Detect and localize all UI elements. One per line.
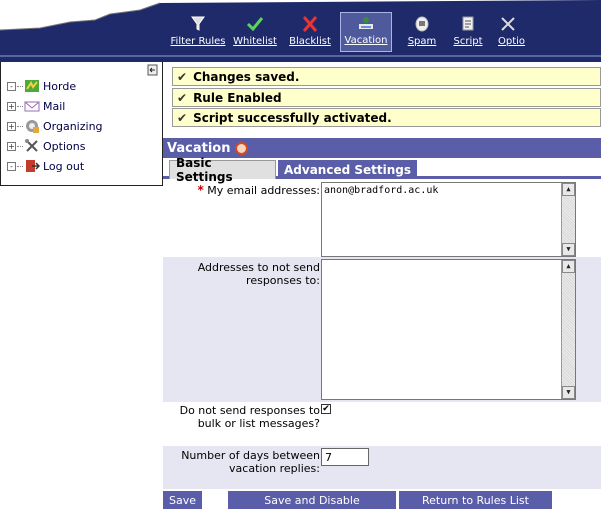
toolbar-label: Vacation (344, 35, 388, 46)
email-label: * My email addresses: (163, 183, 320, 198)
return-to-rules-button[interactable]: Return to Rules List (399, 491, 552, 509)
toolbar-whitelist[interactable]: Whitelist (230, 14, 280, 54)
check-icon: ✔ (177, 110, 188, 125)
x-icon (302, 16, 318, 32)
bulk-label: Do not send responses to bulk or list me… (179, 404, 320, 430)
tree-connector (17, 85, 23, 87)
notice-text: Script successfully activated. (193, 110, 392, 125)
exclude-scrollbar[interactable]: ▲ ▼ (561, 260, 575, 399)
exclude-textarea[interactable]: ▲ ▼ (321, 259, 576, 400)
page-title: Vacation (167, 140, 231, 156)
tree-connector (17, 125, 23, 127)
vacation-icon (359, 17, 373, 29)
sidebar-item-label: Log out (43, 159, 85, 173)
toolbar-label: Blacklist (289, 36, 331, 47)
bulk-checkbox[interactable]: ✔ (321, 404, 331, 414)
scroll-down-icon[interactable]: ▼ (562, 243, 575, 256)
sidebar-item-label: Mail (43, 99, 66, 113)
sidebar-item-label: Organizing (43, 119, 103, 133)
logout-icon (26, 160, 40, 172)
toolbar-spam[interactable]: Spam (402, 14, 442, 54)
notice-changes-saved: ✔ Changes saved. (172, 67, 601, 86)
sidebar-item-organizing[interactable]: + Organizing (7, 117, 103, 135)
toolbar-filter-rules[interactable]: Filter Rules (170, 14, 226, 54)
exclude-row: Addresses to not send responses to: ▲ ▼ (163, 257, 601, 402)
spam-icon (415, 16, 429, 32)
tree-expander[interactable]: + (7, 121, 16, 131)
toolbar-script[interactable]: Script (447, 14, 489, 54)
form-buttons: Save Save and Disable Return to Rules Li… (163, 491, 601, 509)
email-textarea[interactable]: anon@bradford.ac.uk ▲ ▼ (321, 182, 576, 257)
notice-rule-enabled: ✔ Rule Enabled (172, 88, 601, 107)
sidebar-item-logout[interactable]: - Log out (7, 157, 84, 175)
bulk-row: Do not send responses to bulk or list me… (163, 403, 601, 445)
required-marker: * (197, 183, 204, 197)
settings-tabs: Basic Settings Advanced Settings (163, 156, 601, 184)
filter-icon (191, 16, 205, 31)
page-title-bar: Vacation (163, 138, 601, 158)
notice-script-activated: ✔ Script successfully activated. (172, 108, 601, 127)
sidebar-item-horde[interactable]: - Horde (7, 77, 76, 95)
days-label: Number of days between vacation replies: (181, 449, 320, 475)
toolbar-label: Spam (407, 36, 437, 47)
collapse-sidebar-icon[interactable] (146, 64, 158, 76)
email-row: * My email addresses: anon@bradford.ac.u… (163, 179, 601, 257)
notice-text: Rule Enabled (193, 90, 282, 105)
script-icon (462, 16, 474, 31)
email-value: anon@bradford.ac.uk (324, 185, 439, 196)
toolbar-vacation[interactable]: Vacation (340, 12, 392, 52)
days-row: Number of days between vacation replies:… (163, 446, 601, 489)
scroll-up-icon[interactable]: ▲ (562, 260, 575, 273)
toolbar: Filter Rules Whitelist Blacklist Vacatio… (0, 0, 601, 62)
email-label-text: My email addresses: (207, 184, 320, 197)
save-and-disable-button[interactable]: Save and Disable (228, 491, 396, 509)
tree-connector (17, 105, 23, 107)
tools-icon (25, 139, 38, 152)
tab-advanced-settings[interactable]: Advanced Settings (278, 160, 417, 179)
options-icon (501, 17, 515, 31)
sidebar-menu: - Horde + Mail + Organizing + Options - (0, 62, 163, 186)
check-icon: ✔ (177, 90, 188, 105)
save-button[interactable]: Save (163, 491, 202, 509)
tree-connector (17, 145, 23, 147)
tree-expander[interactable]: - (7, 81, 16, 91)
toolbar-blacklist[interactable]: Blacklist (285, 14, 335, 54)
tree-expander[interactable]: + (7, 101, 16, 111)
checkmark-icon (246, 17, 264, 32)
horde-icon (25, 80, 39, 92)
sidebar-item-label: Options (43, 139, 86, 153)
envelope-icon (24, 101, 40, 112)
scroll-down-icon[interactable]: ▼ (562, 386, 575, 399)
email-scrollbar[interactable]: ▲ ▼ (561, 183, 575, 256)
toolbar-label: Whitelist (233, 36, 277, 47)
tree-expander[interactable]: - (7, 161, 16, 171)
sidebar-item-options[interactable]: + Options (7, 137, 85, 155)
help-icon[interactable] (235, 141, 249, 155)
toolbar-label: Filter Rules (170, 36, 226, 47)
exclude-label: Addresses to not send responses to: (197, 261, 320, 287)
sidebar-item-mail[interactable]: + Mail (7, 97, 65, 115)
toolbar-label: Optio (498, 36, 526, 47)
tree-connector (17, 165, 23, 167)
toolbar-label: Script (453, 36, 483, 47)
days-input[interactable]: 7 (321, 448, 369, 466)
toolbar-options[interactable]: Optio (498, 14, 542, 54)
scroll-up-icon[interactable]: ▲ (562, 183, 575, 196)
check-icon: ✔ (177, 69, 188, 84)
tab-basic-settings[interactable]: Basic Settings (169, 156, 276, 184)
notice-text: Changes saved. (193, 69, 300, 84)
organizing-icon (26, 120, 39, 133)
tree-expander[interactable]: + (7, 141, 16, 151)
sidebar-item-label: Horde (43, 79, 77, 93)
